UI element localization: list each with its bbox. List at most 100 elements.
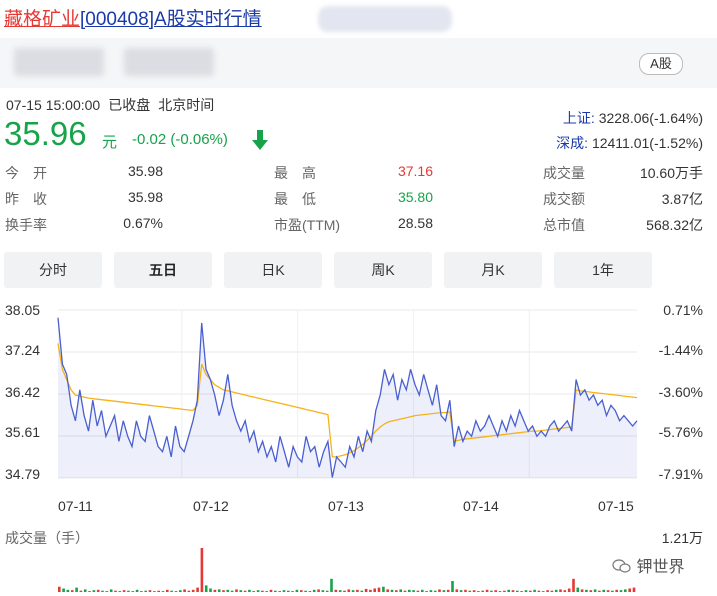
volume-bar: [196, 587, 199, 592]
volume-bar: [114, 590, 117, 592]
volume-bar: [127, 590, 130, 592]
volume-bar: [140, 591, 143, 592]
volume-bar: [369, 589, 372, 592]
volume-bar: [204, 585, 208, 592]
volume-bar: [550, 590, 554, 592]
volume-bar: [243, 590, 247, 592]
volume-bar: [66, 589, 70, 592]
volume-bar: [83, 589, 87, 592]
volume-bar: [624, 589, 627, 592]
volume-bar: [516, 590, 519, 592]
volume-bar: [351, 590, 355, 592]
volume-bar: [338, 590, 342, 592]
volume-bar: [161, 591, 165, 592]
volume-bar: [269, 589, 273, 592]
volume-bar: [330, 578, 333, 592]
volume-bar: [235, 589, 238, 592]
volume-bar: [395, 590, 398, 592]
volume-bar: [433, 590, 437, 592]
volume-bar: [602, 589, 605, 592]
volume-bar: [274, 590, 277, 592]
volume-bar: [554, 589, 558, 592]
volume-bar: [200, 548, 204, 592]
volume-max-label: 1.21万: [661, 530, 703, 546]
volume-bar: [105, 591, 109, 592]
watermark: 钾世界: [612, 553, 684, 577]
volume-bar: [386, 589, 389, 592]
volume-bar: [109, 589, 113, 592]
volume-bar: [377, 587, 381, 592]
volume-bar: [446, 589, 450, 592]
volume-bar: [451, 581, 454, 592]
volume-bar: [373, 588, 376, 592]
volume-bar: [576, 587, 580, 592]
volume-bar: [230, 590, 234, 592]
volume-bar: [122, 590, 126, 592]
volume-bar: [632, 587, 636, 592]
volume-bar: [92, 590, 96, 592]
volume-bar: [546, 590, 549, 592]
volume-bar: [148, 590, 152, 592]
volume-bar: [88, 591, 91, 592]
volume-bar: [174, 591, 178, 592]
volume-bar: [278, 591, 281, 592]
volume-bar: [455, 589, 459, 592]
volume-bar: [485, 589, 489, 592]
volume-bar: [295, 589, 299, 592]
volume-bar: [529, 590, 532, 592]
volume-bar: [585, 589, 588, 592]
volume-bar: [222, 590, 225, 592]
volume-bar: [321, 590, 325, 592]
volume-bars: [58, 548, 636, 592]
volume-bar: [101, 590, 104, 592]
volume-bar: [118, 591, 122, 592]
volume-bar: [408, 589, 411, 592]
volume-bar: [304, 590, 307, 592]
five-day-chart[interactable]: [0, 0, 717, 596]
volume-bar: [390, 589, 394, 592]
volume-bar: [567, 588, 571, 592]
volume-bar: [429, 590, 433, 592]
volume-bar: [593, 589, 597, 592]
volume-bar: [382, 586, 385, 592]
volume-bar: [179, 590, 182, 592]
volume-bar: [442, 590, 446, 592]
volume-bar: [628, 588, 631, 592]
volume-bar: [611, 590, 614, 592]
volume-bar: [75, 587, 78, 592]
volume-bar: [256, 590, 260, 592]
volume-bar: [598, 590, 601, 592]
volume-bar: [364, 588, 368, 592]
volume-bar: [347, 589, 351, 592]
volume-bar: [153, 591, 156, 592]
volume-bar: [187, 590, 191, 592]
volume-bar: [58, 586, 61, 592]
volume-bar: [261, 590, 264, 592]
volume-bar: [325, 590, 329, 592]
volume-bar: [144, 590, 147, 592]
volume-bar: [606, 590, 610, 592]
volume-bar: [425, 591, 428, 592]
volume-bar: [157, 590, 160, 592]
volume-bar: [416, 590, 420, 592]
volume-bar: [209, 588, 212, 592]
volume-bar: [619, 590, 623, 592]
volume-bar: [183, 589, 186, 592]
volume-bar: [334, 589, 338, 592]
volume-bar: [252, 591, 255, 592]
volume-bar: [287, 590, 290, 592]
volume-bar: [524, 590, 528, 592]
volume-bar: [170, 590, 173, 592]
volume-bar: [537, 590, 541, 592]
volume-bar: [438, 589, 441, 592]
volume-bar: [459, 590, 463, 592]
volume-bar: [472, 590, 476, 592]
volume-bar: [265, 591, 268, 592]
volume-bar: [282, 590, 286, 592]
volume-bar: [403, 590, 407, 592]
volume-bar: [412, 590, 415, 592]
volume-bar: [399, 589, 402, 592]
volume-bar: [300, 590, 303, 592]
volume-bar: [312, 589, 316, 592]
volume-bar: [464, 589, 467, 592]
